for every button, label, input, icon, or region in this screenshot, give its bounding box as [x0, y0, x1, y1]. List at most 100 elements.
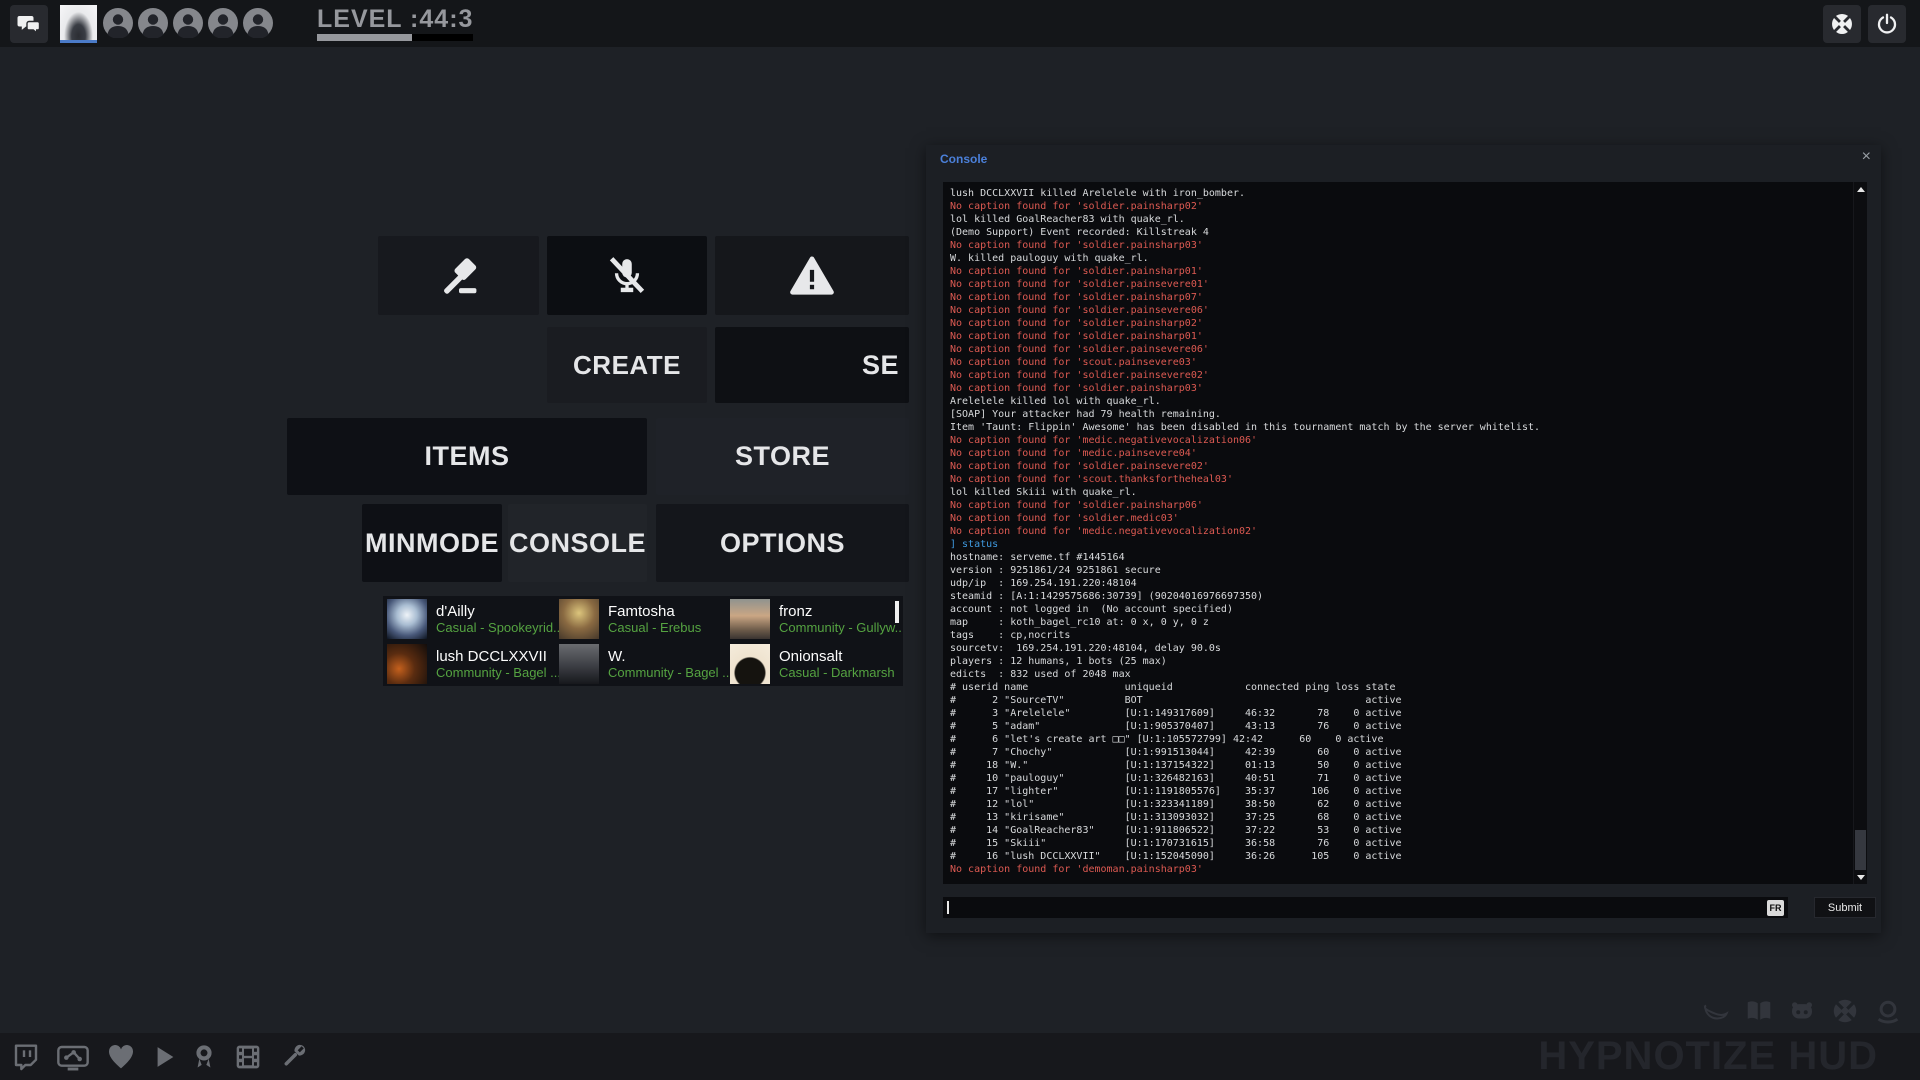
console-line: No caption found for 'medic.painsevere04…	[950, 448, 1197, 459]
friend-avatar	[730, 643, 770, 684]
play-icon[interactable]	[150, 1042, 178, 1072]
friends-panel: d'Ailly Casual - Spookeyrid... Famtosha …	[383, 596, 903, 686]
party-slot-avatar-icon[interactable]	[138, 8, 168, 38]
console-button[interactable]: CONSOLE	[508, 504, 647, 582]
console-line: # 5 "adam" [U:1:905370407] 43:13 76 0 ac…	[950, 721, 1402, 732]
options-button[interactable]: OPTIONS	[656, 504, 909, 582]
store-button[interactable]: STORE	[656, 418, 909, 495]
console-line: lol killed Skiii with quake_rl.	[950, 487, 1137, 498]
console-line: # 6 "let's create art □□" [U:1:105572799…	[950, 734, 1384, 745]
friend-status: Casual - Erebus	[608, 619, 702, 635]
scroll-down-icon[interactable]	[1857, 875, 1865, 880]
party-slot-avatar-icon[interactable]	[173, 8, 203, 38]
minmode-label: MINMODE	[365, 527, 499, 558]
console-line: map : koth_bagel_rc10 at: 0 x, 0 y, 0 z	[950, 617, 1209, 628]
servers-button[interactable]: SE	[715, 327, 909, 403]
console-line: No caption found for 'soldier.painsevere…	[950, 370, 1209, 381]
console-line: # 15 "Skiii" [U:1:170731615] 36:58 76 0 …	[950, 838, 1402, 849]
scroll-up-icon[interactable]	[1857, 187, 1865, 192]
close-icon[interactable]: ×	[1862, 149, 1871, 165]
friend-entry[interactable]: Famtosha Casual - Erebus	[559, 596, 730, 641]
scrollbar-thumb[interactable]	[1855, 830, 1866, 870]
console-window: Console × lush DCCLXXVII killed Arelelel…	[926, 145, 1881, 933]
friends-scrollbar[interactable]	[895, 601, 899, 623]
party-slot-avatar-icon[interactable]	[208, 8, 238, 38]
friends-list: d'Ailly Casual - Spookeyrid... Famtosha …	[383, 596, 903, 686]
console-line: No caption found for 'soldier.medic03'	[950, 513, 1179, 524]
stream-icon[interactable]	[54, 1041, 92, 1073]
party-slot-avatar-icon[interactable]	[243, 8, 273, 38]
bottom-bar: HYPNOTIZE HUD	[0, 1033, 1920, 1080]
party-slots	[103, 8, 273, 38]
friend-entry[interactable]: lush DCCLXXVII Community - Bagel ...	[387, 641, 559, 686]
friend-entry[interactable]: d'Ailly Casual - Spookeyrid...	[387, 596, 559, 641]
friend-avatar	[730, 598, 770, 639]
github-icon[interactable]	[1787, 996, 1817, 1026]
friend-name: W.	[608, 647, 626, 665]
friend-entry[interactable]: fronz Community - Gullyw...	[730, 596, 901, 641]
console-line: udp/ip : 169.254.191.220:48104	[950, 578, 1137, 589]
console-line: # userid name uniqueid connected ping lo…	[950, 682, 1396, 693]
gavel-icon	[437, 254, 481, 298]
console-line: version : 9251861/24 9251861 secure	[950, 565, 1161, 576]
console-input[interactable]	[943, 897, 1788, 918]
notifications-button[interactable]	[715, 236, 909, 315]
console-line: steamid : [A:1:1429575686:30739] (902040…	[950, 591, 1264, 602]
console-line: # 17 "lighter" [U:1:1191805576] 35:37 10…	[950, 786, 1402, 797]
friend-entry[interactable]: W. Community - Bagel ...	[559, 641, 730, 686]
console-input-row: FR Submit	[943, 897, 1876, 918]
quit-button[interactable]	[1868, 5, 1906, 43]
friend-entry[interactable]: Onionsalt Casual - Darkmarsh	[730, 641, 901, 686]
console-line: No caption found for 'soldier.painsevere…	[950, 305, 1209, 316]
xp-bar	[317, 34, 473, 41]
console-line: No caption found for 'demoman.painsharp0…	[950, 864, 1203, 875]
console-line: sourcetv: 169.254.191.220:48104, delay 9…	[950, 643, 1221, 654]
report-player-button[interactable]	[378, 236, 539, 315]
film-icon[interactable]	[230, 1041, 266, 1073]
console-line: # 12 "lol" [U:1:323341189] 38:50 62 0 ac…	[950, 799, 1402, 810]
console-line: No caption found for 'soldier.painsharp0…	[950, 383, 1203, 394]
console-line: No caption found for 'soldier.painsevere…	[950, 461, 1209, 472]
huds-tf-icon[interactable]	[1873, 996, 1903, 1026]
warning-icon	[789, 253, 835, 299]
party-slot-avatar-icon[interactable]	[103, 8, 133, 38]
console-line: edicts : 832 used of 2048 max	[950, 669, 1131, 680]
tf2-home-button[interactable]	[1823, 5, 1861, 43]
chat-icon	[17, 12, 41, 36]
book-icon[interactable]	[1744, 996, 1774, 1026]
power-icon	[1875, 12, 1899, 36]
friend-avatar	[559, 643, 599, 684]
console-line: No caption found for 'soldier.painsevere…	[950, 344, 1209, 355]
console-line: No caption found for 'soldier.painsharp0…	[950, 331, 1203, 342]
heart-icon[interactable]	[104, 1041, 138, 1073]
top-bar: LEVEL :44:3	[0, 0, 1920, 47]
minmode-button[interactable]: MINMODE	[362, 504, 502, 582]
items-button[interactable]: ITEMS	[287, 418, 647, 495]
friend-status: Community - Gullyw...	[779, 619, 901, 635]
mute-players-button[interactable]	[547, 236, 707, 315]
text-caret	[947, 901, 949, 914]
console-line: No caption found for 'soldier.painsharp0…	[950, 201, 1203, 212]
tf2-main-menu: LEVEL :44:3 CREATE SE ITEMS STORE MINMOD…	[0, 0, 1920, 1080]
console-line: # 3 "Arelelele" [U:1:149317609] 46:32 78…	[950, 708, 1402, 719]
console-line: No caption found for 'medic.negativevoca…	[950, 435, 1258, 446]
pepper-icon[interactable]	[1701, 996, 1731, 1026]
submit-button[interactable]: Submit	[1814, 897, 1876, 918]
create-server-button[interactable]: CREATE	[547, 327, 707, 403]
create-server-label: CREATE	[573, 349, 681, 380]
tf2-logo-icon[interactable]	[1830, 996, 1860, 1026]
console-scrollbar[interactable]	[1853, 182, 1867, 884]
options-label: OPTIONS	[719, 527, 845, 558]
chat-button[interactable]	[10, 5, 48, 43]
player-avatar[interactable]	[60, 5, 97, 40]
friend-status: Casual - Darkmarsh	[779, 664, 895, 680]
console-line: # 18 "W." [U:1:137154322] 01:13 50 0 act…	[950, 760, 1402, 771]
console-line: [SOAP] Your attacker had 79 health remai…	[950, 409, 1221, 420]
wrench-icon[interactable]	[278, 1041, 308, 1073]
level-block: LEVEL :44:3	[317, 6, 473, 41]
award-icon[interactable]	[190, 1041, 218, 1073]
console-line: No caption found for 'soldier.painsharp0…	[950, 500, 1203, 511]
friend-name: d'Ailly	[436, 602, 475, 620]
console-output[interactable]: lush DCCLXXVII killed Arelelele with iro…	[943, 182, 1866, 884]
twitch-icon[interactable]	[10, 1041, 42, 1073]
